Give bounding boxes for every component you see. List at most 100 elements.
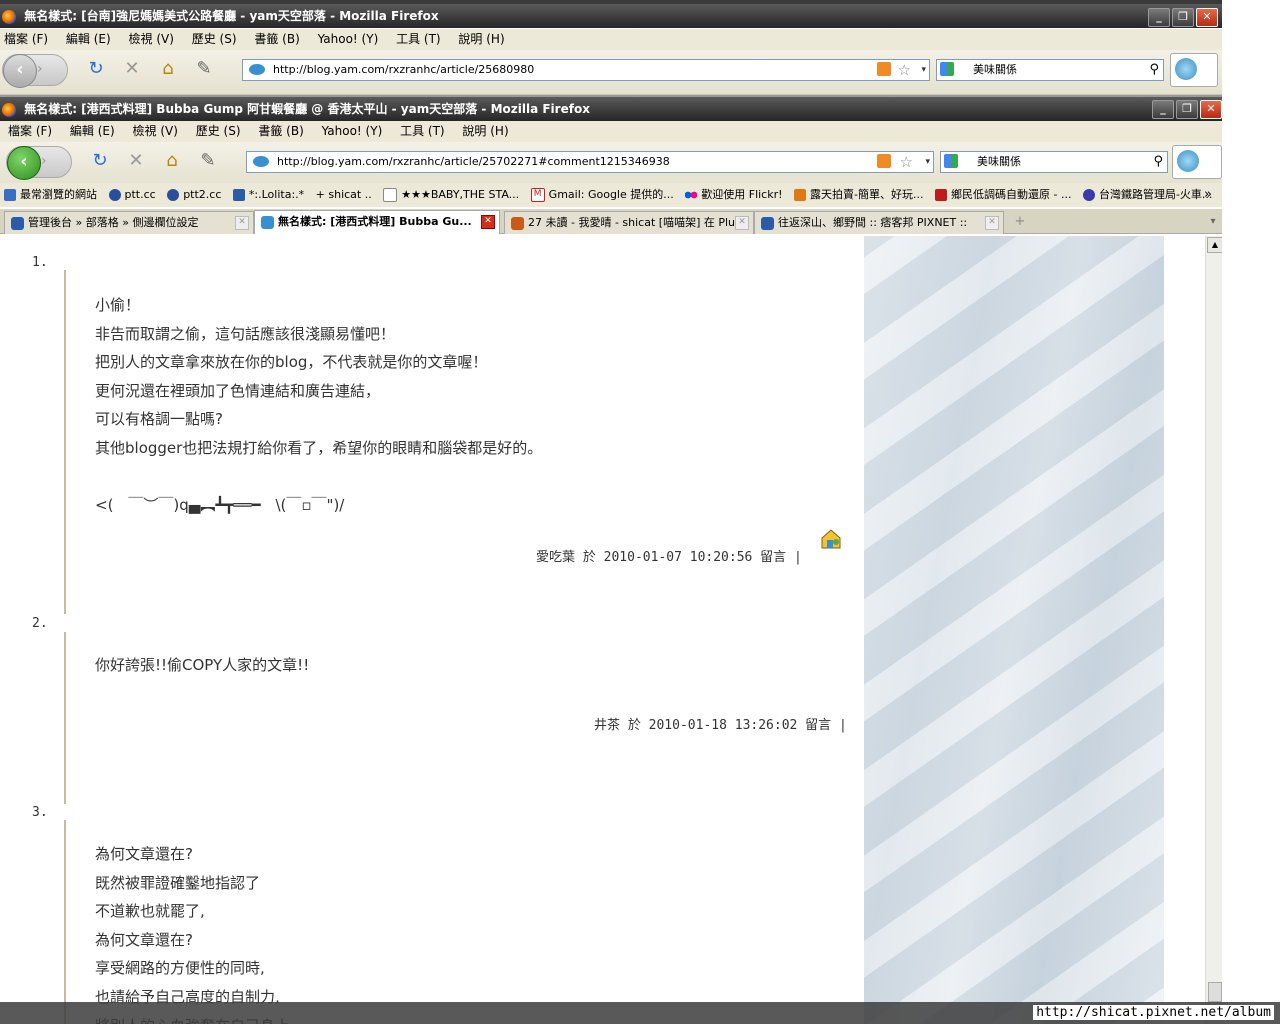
tab-icon <box>761 216 774 230</box>
window1-navbar: ‹ › ↻ ✕ ⌂ ✎ http://blog.yam.com/rxzranhc… <box>0 50 1222 95</box>
stop-icon[interactable]: ✕ <box>124 149 148 173</box>
search-icon[interactable]: ⚲ <box>1149 60 1159 80</box>
gmail-icon: M <box>530 188 545 202</box>
window2-search-text: 美味關係 <box>977 155 1021 168</box>
maximize-button[interactable]: ❐ <box>1172 8 1194 27</box>
rss-icon[interactable] <box>877 154 891 168</box>
vertical-scrollbar[interactable]: ▲ <box>1205 236 1223 1024</box>
yahoo-messenger-button[interactable] <box>1170 53 1218 87</box>
tab-current[interactable]: 無名樣式: [港西式料理] Bubba Gu... ✕ <box>254 210 500 234</box>
tab-pixnet[interactable]: 往返深山、鄉野間 :: 痞客邦 PIXNET :: ✕ <box>754 211 1004 234</box>
google-icon[interactable] <box>940 62 954 76</box>
bookmark-icon <box>167 189 180 201</box>
comment-divider <box>64 632 66 804</box>
menu-view[interactable]: 檢視 (V) <box>129 32 174 46</box>
menu-history[interactable]: 歷史 (S) <box>192 32 237 46</box>
bookmark-ruten[interactable]: 露天拍賣-簡單、好玩... <box>794 183 924 207</box>
more-bookmarks-button[interactable]: » <box>1204 183 1212 207</box>
bookmark-most-visited[interactable]: 最常瀏覽的網站 <box>4 183 97 207</box>
bookmark-shicat[interactable]: + shicat .. <box>316 183 372 207</box>
tab-icon <box>261 215 274 229</box>
window2-url-field[interactable]: http://blog.yam.com/rxzranhc/article/257… <box>246 151 934 173</box>
forward-button[interactable]: › <box>41 153 47 169</box>
window2-menubar: 檔案 (F) 編輯 (E) 檢視 (V) 歷史 (S) 書籤 (B) Yahoo… <box>0 121 1222 142</box>
menu-file[interactable]: 檔案 (F) <box>8 124 52 138</box>
bookmark-flickr[interactable]: 歡迎使用 Flickr! <box>685 183 783 207</box>
scroll-thumb[interactable] <box>1208 982 1222 1002</box>
menu-yahoo[interactable]: Yahoo! (Y) <box>322 124 383 138</box>
forward-button[interactable]: › <box>37 61 43 77</box>
bookmark-ptt[interactable]: ptt.cc <box>108 183 156 207</box>
comment-text: 為何文章還在? 既然被罪證確鑿地指認了 不道歉也就罷了, 為何文章還在? 享受網… <box>95 845 290 1024</box>
close-button[interactable]: ✕ <box>1196 8 1218 27</box>
window2-search-field[interactable]: 美味關係 ⚲ <box>940 151 1168 173</box>
maximize-button[interactable]: ❐ <box>1176 100 1198 119</box>
bookmark-lolita[interactable]: *:.Lolita:.* <box>232 183 304 207</box>
bookmark-gmail[interactable]: M Gmail: Google 提供的... <box>530 183 674 207</box>
new-tab-button[interactable]: + <box>1010 212 1030 232</box>
menu-help[interactable]: 說明 (H) <box>462 124 508 138</box>
stop-icon[interactable]: ✕ <box>120 57 144 81</box>
tab-bar: 管理後台 » 部落格 » 側邊欄位設定 ✕ 無名樣式: [港西式料理] Bubb… <box>0 209 1222 234</box>
comment-number: 1. <box>32 255 48 270</box>
messenger-icon <box>1177 150 1199 172</box>
bookmark-decode[interactable]: 鄉民低調碼自動還原 - ... <box>935 183 1071 207</box>
tab-plurk[interactable]: 27 未讀 - 我愛晴 - shicat [喵喵架] 在 Plu... ✕ <box>504 211 754 234</box>
railway-icon <box>1082 189 1095 201</box>
status-url: http://shicat.pixnet.net/album <box>1033 1005 1274 1020</box>
home-icon[interactable]: ⌂ <box>160 149 184 173</box>
menu-bookmarks[interactable]: 書籤 (B) <box>254 32 299 46</box>
menu-tools[interactable]: 工具 (T) <box>396 32 441 46</box>
back-button[interactable]: ‹ <box>7 146 41 180</box>
menu-help[interactable]: 說明 (H) <box>458 32 504 46</box>
bookmark-railway[interactable]: 台灣鐵路管理局-火車... <box>1082 183 1212 207</box>
menu-file[interactable]: 檔案 (F) <box>4 32 48 46</box>
minimize-button[interactable]: _ <box>1148 8 1170 27</box>
menu-history[interactable]: 歷史 (S) <box>196 124 241 138</box>
translate-icon[interactable]: ✎ <box>196 149 220 173</box>
menu-tools[interactable]: 工具 (T) <box>400 124 445 138</box>
bookmark-ptt2[interactable]: ptt2.cc <box>167 183 221 207</box>
menu-edit[interactable]: 編輯 (E) <box>70 124 115 138</box>
star-icon[interactable]: ☆ <box>898 60 911 80</box>
window1-title: 無名樣式: [台南]強尼媽媽美式公路餐廳 - yam天空部落 - Mozilla… <box>24 9 439 23</box>
window1-url-field[interactable]: http://blog.yam.com/rxzranhc/article/256… <box>242 59 930 81</box>
menu-bookmarks[interactable]: 書籤 (B) <box>258 124 303 138</box>
tab-admin[interactable]: 管理後台 » 部落格 » 側邊欄位設定 ✕ <box>4 211 254 234</box>
messenger-icon <box>1175 58 1197 80</box>
window1-search-field[interactable]: 美味關係 ⚲ <box>936 59 1164 81</box>
window1-titlebar[interactable]: 無名樣式: [台南]強尼媽媽美式公路餐廳 - yam天空部落 - Mozilla… <box>0 4 1222 28</box>
menu-edit[interactable]: 編輯 (E) <box>66 32 111 46</box>
bookmark-icon <box>108 189 121 201</box>
translate-icon[interactable]: ✎ <box>192 57 216 81</box>
google-icon[interactable] <box>944 154 958 168</box>
scroll-up-button[interactable]: ▲ <box>1207 237 1223 253</box>
status-bar: http://shicat.pixnet.net/album <box>0 1002 1280 1024</box>
reload-icon[interactable]: ↻ <box>88 149 112 173</box>
comment-text: 小偷！ 非告而取謂之偷，這句話應該很淺顯易懂吧！ 把別人的文章拿來放在你的blo… <box>95 296 543 515</box>
tab-close-icon[interactable]: ✕ <box>985 216 999 230</box>
url-dropdown-icon[interactable]: ▾ <box>921 60 926 80</box>
tab-close-icon[interactable]: ✕ <box>481 215 495 229</box>
search-icon[interactable]: ⚲ <box>1153 152 1163 172</box>
window2-titlebar[interactable]: 無名樣式: [港西式料理] Bubba Gump 阿甘蝦餐廳 @ 香港太平山 -… <box>0 97 1222 121</box>
minimize-button[interactable]: _ <box>1152 100 1174 119</box>
rss-icon[interactable] <box>877 62 891 76</box>
tab-list-button[interactable]: ▾ <box>1206 212 1220 232</box>
menu-yahoo[interactable]: Yahoo! (Y) <box>318 32 379 46</box>
comment-meta: 井茶 於 2010-01-18 13:26:02 留言 | <box>594 718 847 733</box>
bookmark-icon <box>232 189 245 201</box>
tab-close-icon[interactable]: ✕ <box>235 216 249 230</box>
back-button[interactable]: ‹ <box>3 54 37 88</box>
close-button[interactable]: ✕ <box>1200 100 1222 119</box>
reload-icon[interactable]: ↻ <box>84 57 108 81</box>
window2-url-text: http://blog.yam.com/rxzranhc/article/257… <box>277 155 670 168</box>
home-icon[interactable]: ⌂ <box>156 57 180 81</box>
url-dropdown-icon[interactable]: ▾ <box>925 152 930 172</box>
star-icon[interactable]: ☆ <box>900 152 913 172</box>
tab-close-icon[interactable]: ✕ <box>735 216 749 230</box>
bookmark-baby[interactable]: ★★★BABY,THE STA... <box>383 183 519 207</box>
yahoo-messenger-button[interactable] <box>1172 145 1222 179</box>
menu-view[interactable]: 檢視 (V) <box>133 124 178 138</box>
avatar-icon[interactable] <box>820 528 842 550</box>
